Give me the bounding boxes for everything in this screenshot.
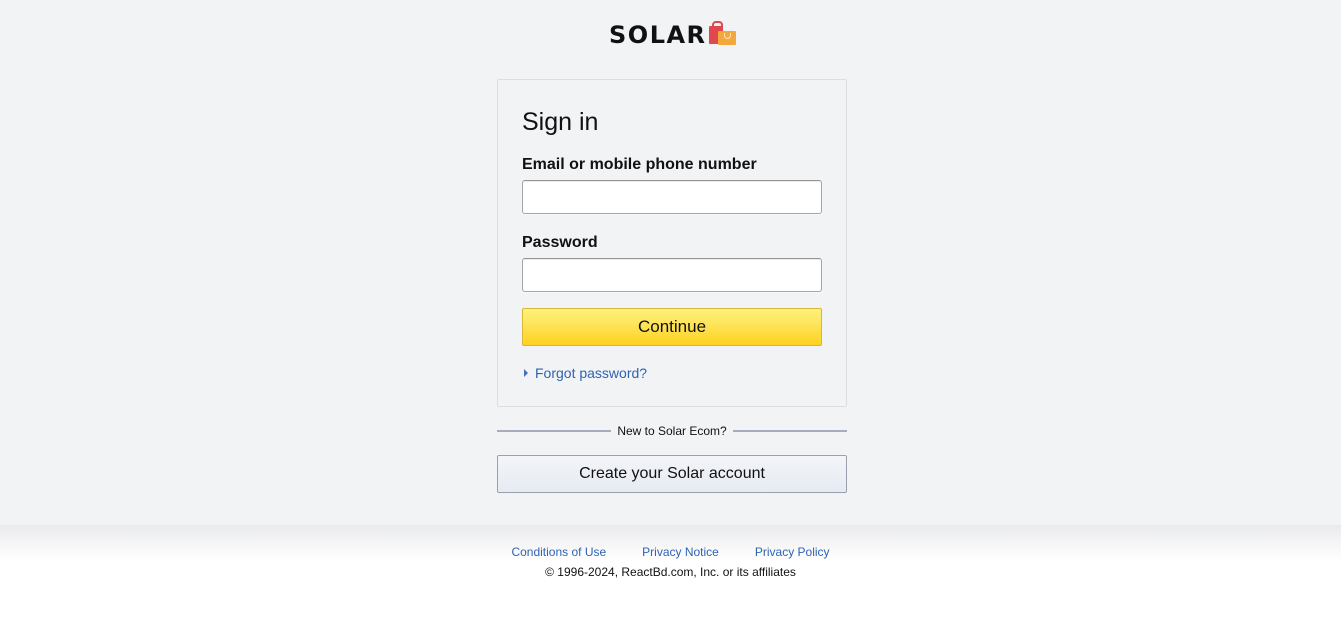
- caret-right-icon: [524, 369, 528, 377]
- divider-line-left: [497, 430, 612, 432]
- new-customer-divider: New to Solar Ecom?: [497, 422, 848, 440]
- continue-button[interactable]: Continue: [522, 308, 822, 346]
- password-label: Password: [522, 234, 598, 251]
- email-label: Email or mobile phone number: [522, 156, 757, 173]
- signin-card: Sign in Email or mobile phone number Pas…: [497, 79, 847, 407]
- logo-text: SOLAR: [609, 21, 707, 49]
- solar-logo[interactable]: SOLAR: [609, 20, 738, 50]
- orange-bag-shape: [717, 31, 736, 45]
- divider-line-right: [732, 430, 848, 432]
- conditions-of-use-link[interactable]: Conditions of Use: [511, 544, 606, 560]
- email-field[interactable]: [522, 180, 822, 214]
- footer: Conditions of Use Privacy Notice Privacy…: [0, 525, 1341, 617]
- forgot-password-label[interactable]: Forgot password?: [535, 364, 647, 382]
- signin-title: Sign in: [522, 108, 599, 136]
- copyright-text: © 1996-2024, ReactBd.com, Inc. or its af…: [545, 565, 796, 579]
- create-account-button[interactable]: Create your Solar account: [497, 455, 847, 493]
- forgot-password-link[interactable]: Forgot password?: [524, 364, 647, 382]
- main-area: SOLAR Sign in Email or mobile phone numb…: [0, 0, 1341, 525]
- privacy-policy-link[interactable]: Privacy Policy: [755, 544, 830, 560]
- footer-links: Conditions of Use Privacy Notice Privacy…: [0, 544, 1341, 560]
- shopping-bags-icon: [708, 19, 738, 47]
- password-field[interactable]: [522, 258, 822, 292]
- privacy-notice-link[interactable]: Privacy Notice: [642, 544, 719, 560]
- divider-text: New to Solar Ecom?: [617, 424, 727, 438]
